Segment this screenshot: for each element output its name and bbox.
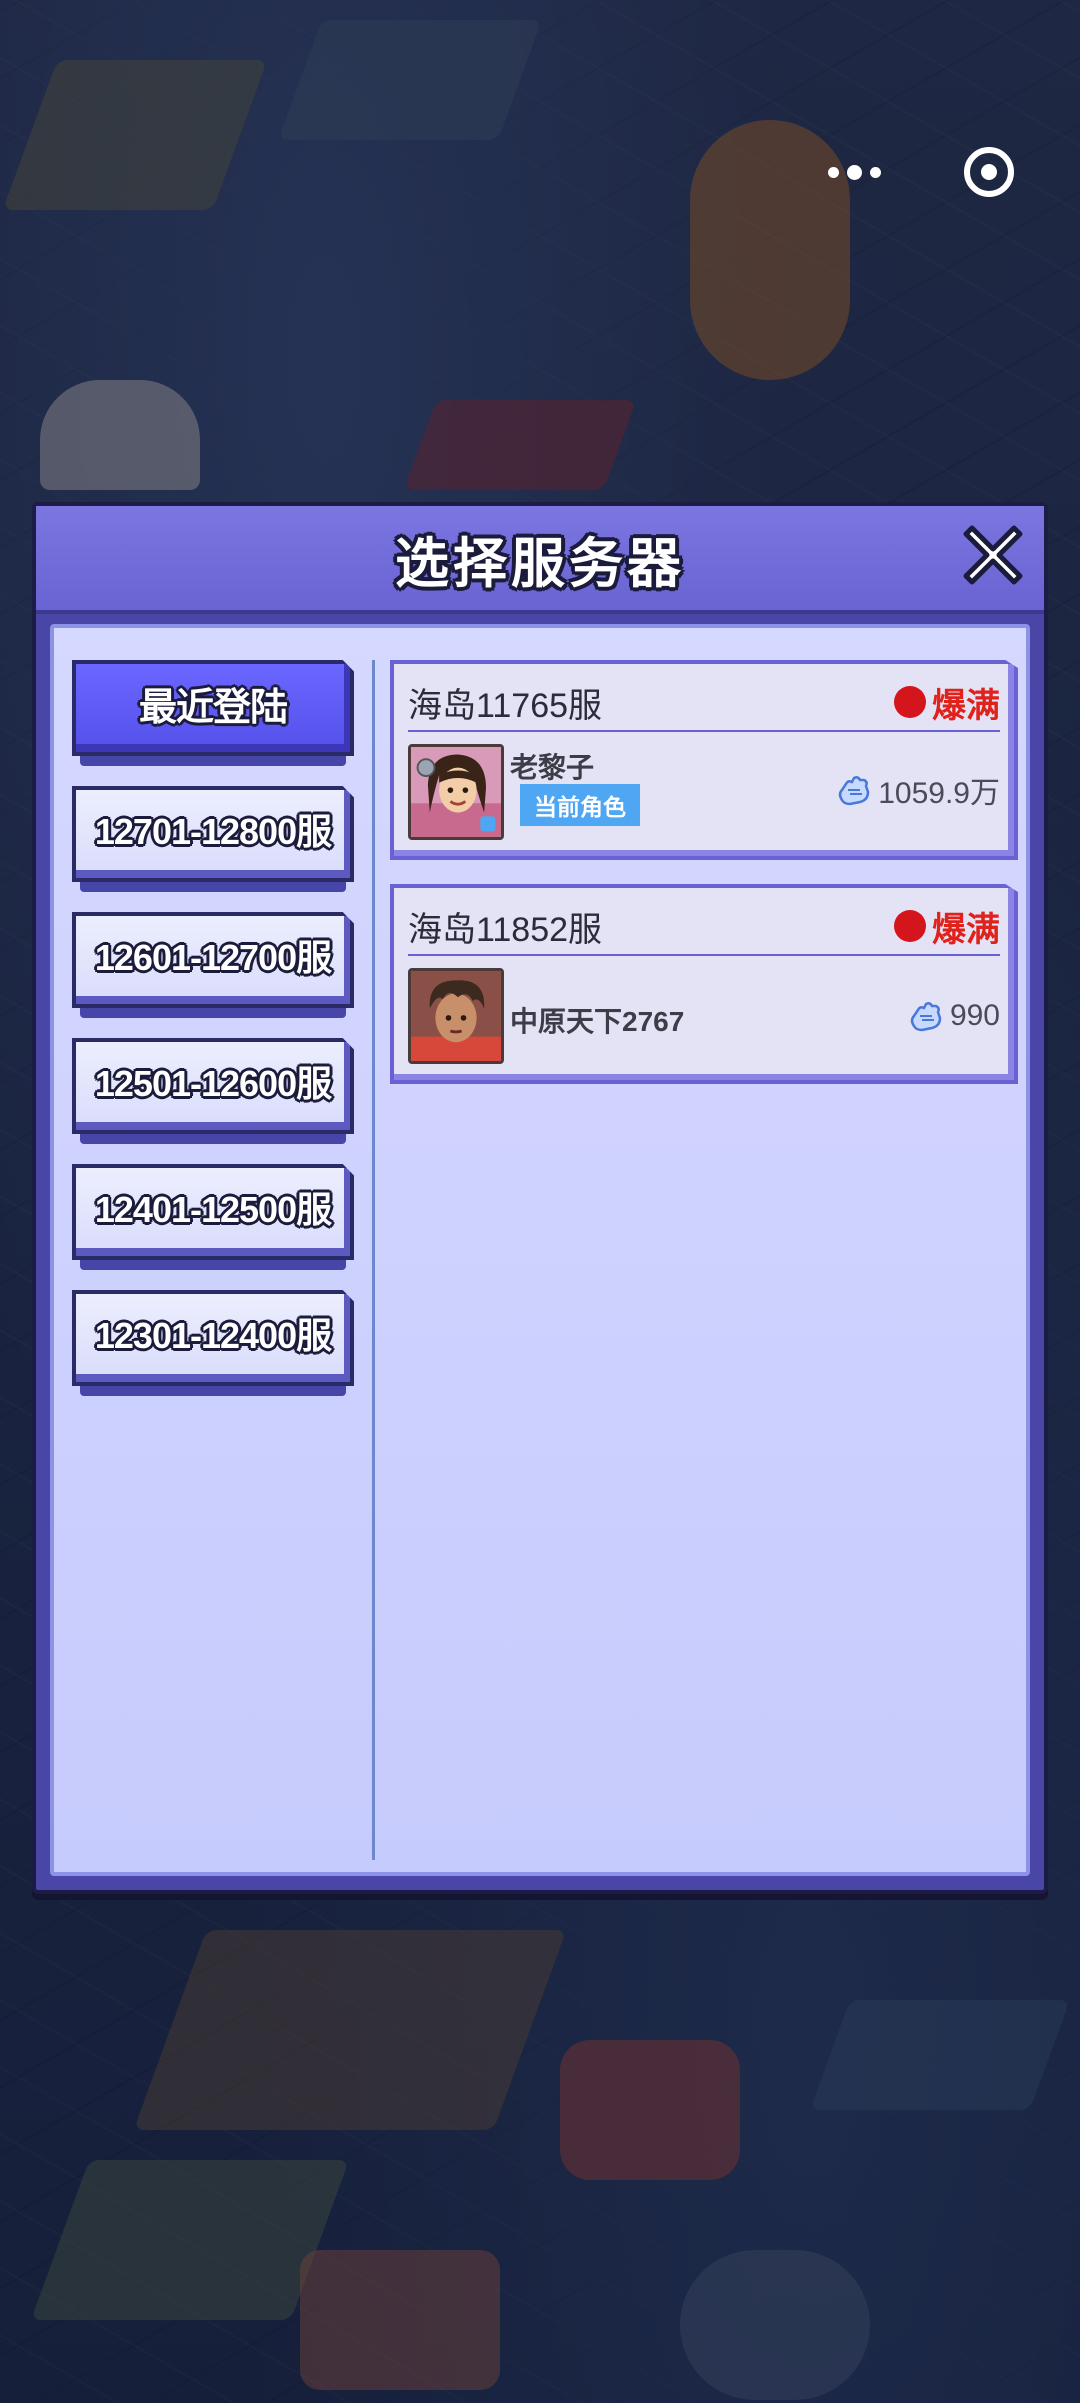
close-x-icon xyxy=(963,525,1023,585)
target-circle-icon[interactable] xyxy=(963,147,1014,197)
nav-item-12501-12600[interactable]: 12501-12600服 xyxy=(72,1038,354,1144)
role-name: 老黎子 xyxy=(510,752,595,783)
nav-item-recent-login[interactable]: 最近登陆 xyxy=(72,660,354,766)
server-name: 海岛11765服 xyxy=(408,686,603,725)
nav-item-12601-12700[interactable]: 12601-12700服 xyxy=(72,912,354,1018)
dialog-title: 选择服务器 xyxy=(395,533,685,594)
status-dot-icon xyxy=(894,686,926,718)
nav-item-label: 12501-12600服 xyxy=(94,1063,332,1104)
server-select-dialog: 选择服务器 最近登陆 12701-12800服 12601-12700服 125… xyxy=(32,502,1048,1894)
server-card[interactable]: 海岛11852服 爆满 中原天下2767 990 xyxy=(390,884,1018,1084)
server-range-nav: 最近登陆 12701-12800服 12601-12700服 12501-126… xyxy=(72,660,354,1416)
server-list: 海岛11765服 爆满 老黎子 当前角色 1059.9万 海岛11852服 爆满… xyxy=(390,660,1018,1108)
server-name: 海岛11852服 xyxy=(408,910,603,949)
server-card-header: 海岛11765服 爆满 xyxy=(408,674,1000,732)
nav-item-label: 12301-12400服 xyxy=(94,1315,332,1356)
fist-icon xyxy=(910,1002,942,1032)
dialog-header: 选择服务器 xyxy=(36,506,1044,614)
more-dots-icon[interactable] xyxy=(815,142,895,202)
nav-item-label: 12701-12800服 xyxy=(94,811,332,852)
avatar xyxy=(408,744,504,840)
combat-power-value: 1059.9万 xyxy=(878,777,1000,810)
server-status: 爆满 xyxy=(894,678,1000,727)
server-card-header: 海岛11852服 爆满 xyxy=(408,898,1000,956)
server-status-label: 爆满 xyxy=(932,686,1000,725)
miniprogram-capsule xyxy=(780,128,1048,216)
nav-item-label: 12601-12700服 xyxy=(94,937,332,978)
server-card[interactable]: 海岛11765服 爆满 老黎子 当前角色 1059.9万 xyxy=(390,660,1018,860)
avatar xyxy=(408,968,504,1064)
dialog-body: 最近登陆 12701-12800服 12601-12700服 12501-126… xyxy=(50,624,1030,1876)
combat-power-value: 990 xyxy=(949,999,1000,1032)
nav-divider xyxy=(372,660,375,1860)
nav-item-12701-12800[interactable]: 12701-12800服 xyxy=(72,786,354,892)
combat-power: 990 xyxy=(906,996,1000,1036)
combat-power: 1059.9万 xyxy=(834,768,1000,812)
nav-item-label: 12401-12500服 xyxy=(94,1189,332,1230)
nav-item-label: 最近登陆 xyxy=(138,686,288,729)
fist-icon xyxy=(838,776,870,806)
status-dot-icon xyxy=(894,910,926,942)
current-role-badge: 当前角色 xyxy=(520,784,640,826)
close-button[interactable] xyxy=(956,518,1030,592)
server-status: 爆满 xyxy=(894,902,1000,951)
server-status-label: 爆满 xyxy=(932,910,1000,949)
nav-item-12301-12400[interactable]: 12301-12400服 xyxy=(72,1290,354,1396)
role-name: 中原天下2767 xyxy=(510,1006,685,1037)
nav-item-12401-12500[interactable]: 12401-12500服 xyxy=(72,1164,354,1270)
